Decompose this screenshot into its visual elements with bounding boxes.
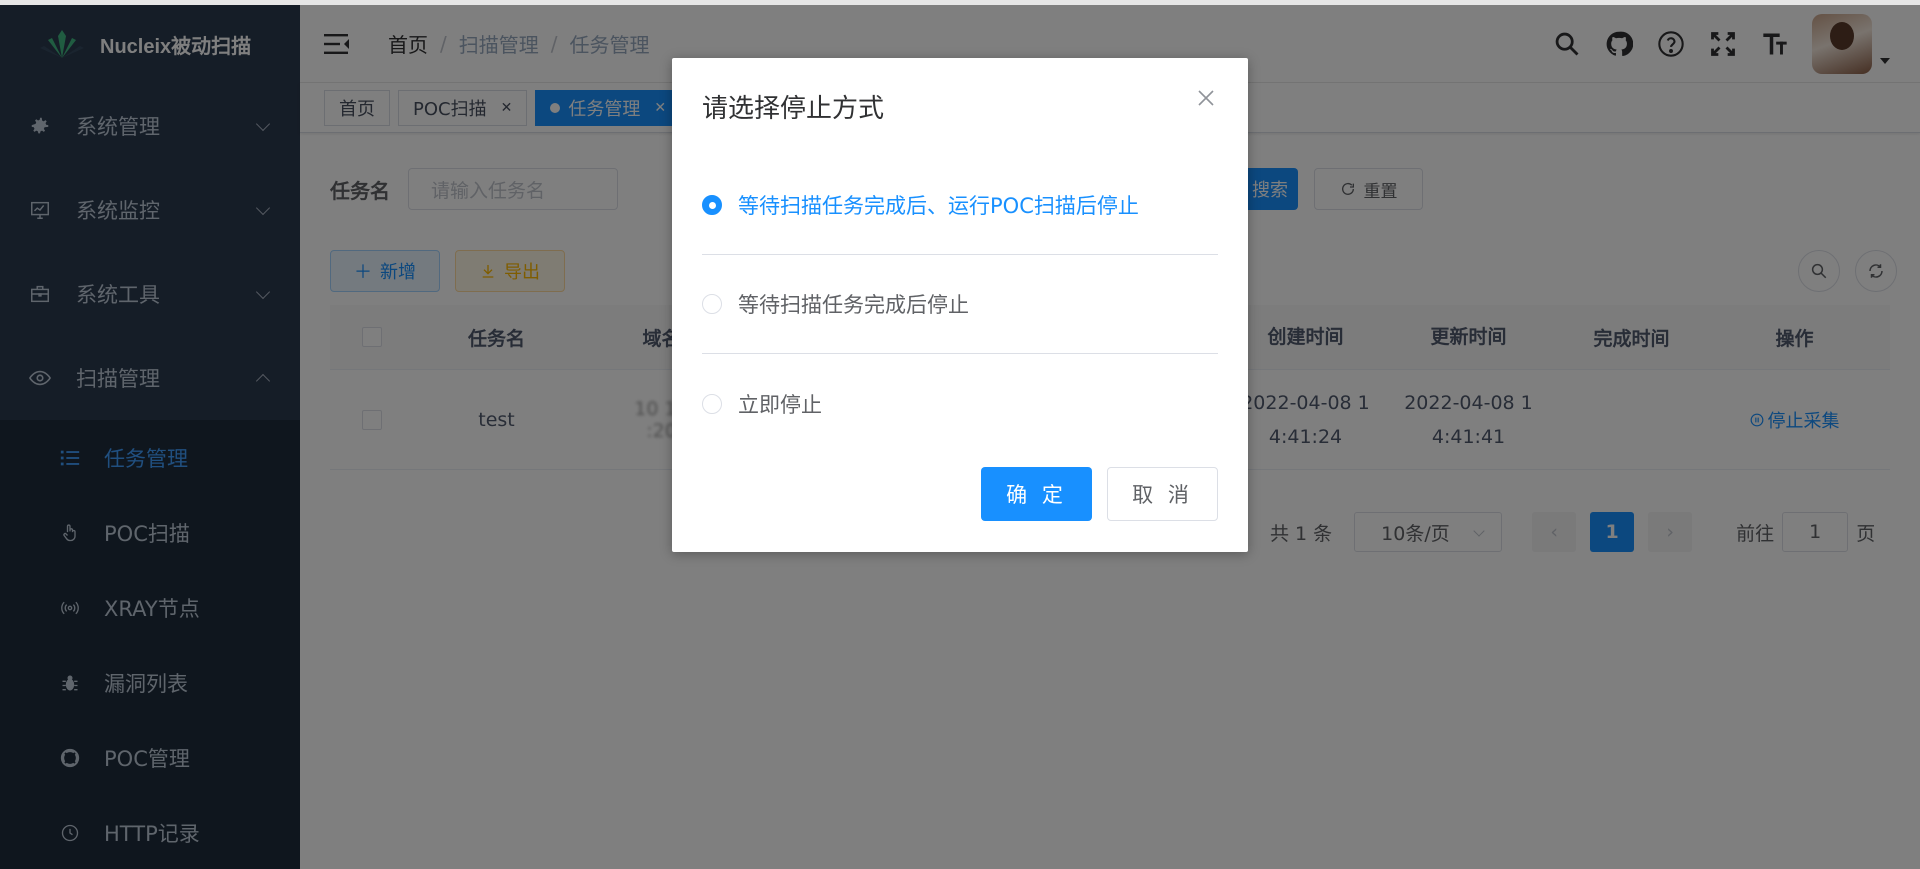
stop-method-dialog: 请选择停止方式 等待扫描任务完成后、运行POC扫描后停止 等待扫描任务完成后停止… bbox=[672, 58, 1248, 552]
close-icon[interactable] bbox=[1196, 88, 1218, 110]
dialog-title: 请选择停止方式 bbox=[702, 94, 885, 124]
cancel-button[interactable]: 取 消 bbox=[1107, 467, 1218, 521]
confirm-button[interactable]: 确 定 bbox=[981, 467, 1092, 521]
stop-option-after-scan[interactable]: 等待扫描任务完成后停止 bbox=[702, 255, 1218, 354]
confirm-button-label: 确 定 bbox=[1006, 483, 1067, 507]
radio[interactable] bbox=[702, 393, 722, 414]
stop-option-immediate[interactable]: 立即停止 bbox=[702, 354, 1218, 453]
option-label: 立即停止 bbox=[738, 392, 822, 417]
option-label: 等待扫描任务完成后停止 bbox=[738, 293, 969, 317]
radio[interactable] bbox=[702, 294, 722, 314]
radio-selected[interactable] bbox=[702, 195, 722, 215]
option-label: 等待扫描任务完成后、运行POC扫描后停止 bbox=[738, 194, 1139, 218]
cancel-button-label: 取 消 bbox=[1132, 483, 1193, 507]
stop-option-after-poc[interactable]: 等待扫描任务完成后、运行POC扫描后停止 bbox=[702, 156, 1218, 255]
